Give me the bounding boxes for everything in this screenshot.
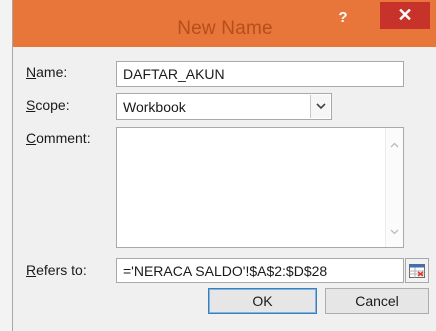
scope-select-value: Workbook — [123, 99, 186, 115]
scroll-down-button[interactable] — [386, 223, 403, 240]
name-label-text: Name: — [26, 64, 68, 80]
close-button[interactable]: ✕ — [380, 2, 430, 29]
title-bar[interactable]: New Name ? ✕ — [13, 0, 436, 47]
scope-label-text: Scope: — [26, 97, 70, 113]
scroll-up-button[interactable] — [386, 136, 403, 153]
help-button[interactable]: ? — [331, 7, 355, 29]
name-label: Name: — [26, 64, 67, 80]
name-input-value: DAFTAR_AKUN — [123, 66, 225, 82]
scope-dropdown-button[interactable] — [310, 95, 330, 118]
new-name-dialog: New Name ? ✕ Name: DAFTAR_AKUN Scope: Wo… — [12, 0, 436, 331]
scope-select[interactable]: Workbook — [116, 93, 332, 120]
range-select-icon — [409, 263, 425, 278]
comment-textarea[interactable] — [116, 127, 404, 248]
scope-label: Scope: — [26, 97, 70, 113]
cancel-button[interactable]: Cancel — [325, 288, 429, 314]
scroll-down-icon — [390, 229, 399, 234]
refers-to-label-text: Refers to: — [26, 262, 87, 278]
close-icon: ✕ — [397, 5, 413, 25]
comment-label-text: Comment: — [26, 130, 91, 146]
comment-scrollbar[interactable] — [385, 128, 403, 247]
background-strip — [0, 0, 12, 331]
refers-to-label: Refers to: — [26, 262, 87, 278]
name-input[interactable]: DAFTAR_AKUN — [116, 61, 404, 87]
scroll-up-icon — [390, 142, 399, 147]
refers-to-value: ='NERACA SALDO'!$A$2:$D$28 — [123, 263, 328, 279]
dialog-title: New Name — [177, 18, 273, 39]
chevron-down-icon — [315, 103, 326, 110]
refers-to-input[interactable]: ='NERACA SALDO'!$A$2:$D$28 — [116, 258, 404, 283]
ok-button[interactable]: OK — [208, 288, 317, 314]
comment-label: Comment: — [26, 130, 91, 146]
range-select-button[interactable] — [405, 258, 429, 283]
